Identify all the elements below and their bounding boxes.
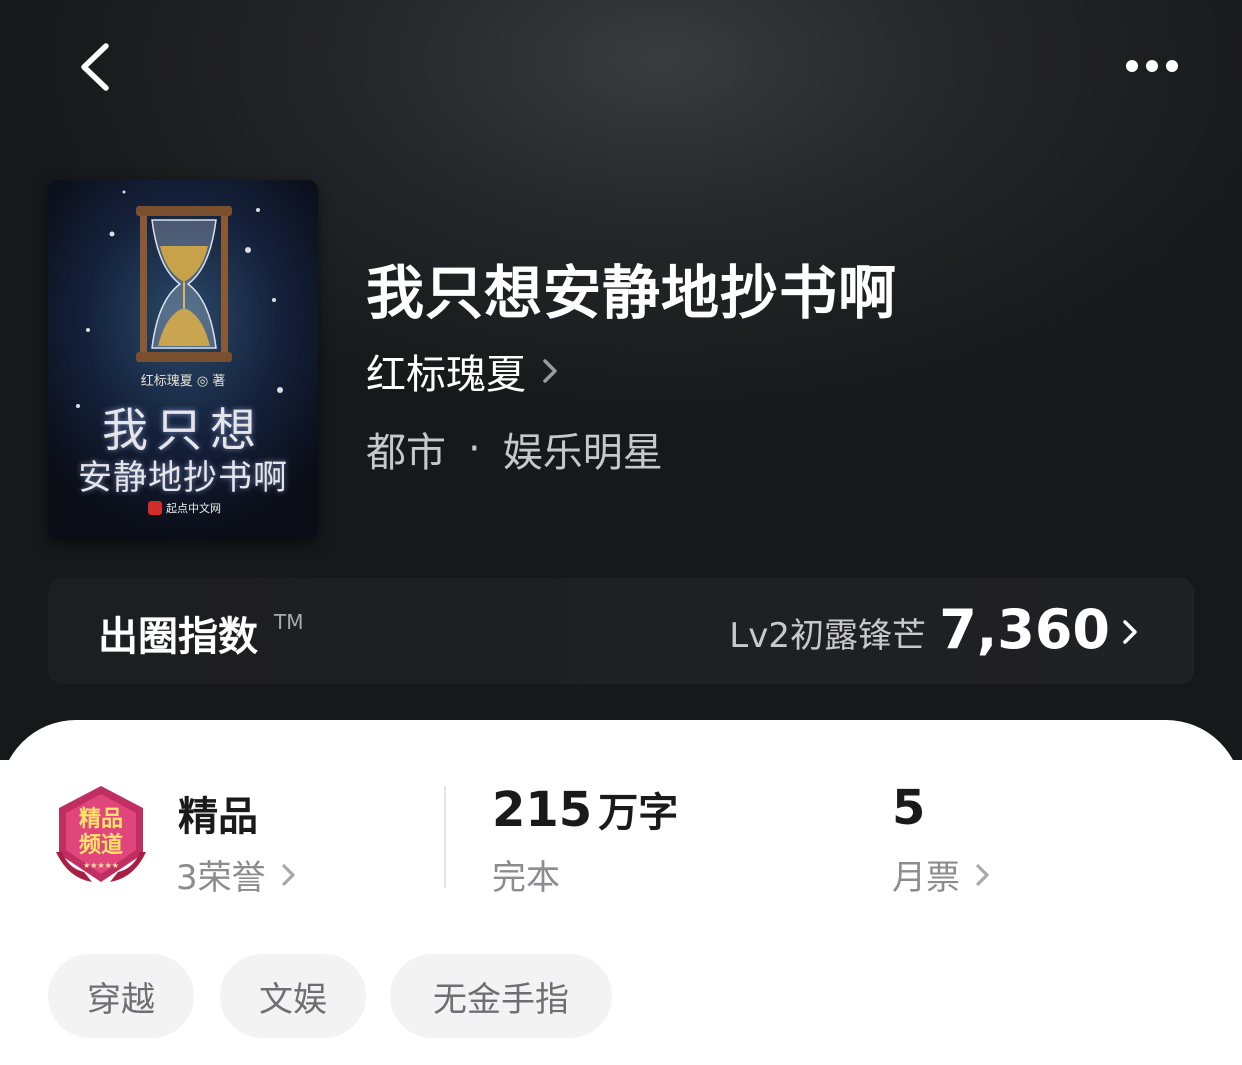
chevron-right-icon [282, 863, 295, 886]
monthly-votes-link[interactable]: 月票 [892, 850, 992, 899]
index-level: Lv2初露锋芒 [729, 616, 926, 656]
cover-title-line2: 安静地抄书啊 [78, 458, 288, 498]
index-score: 7,360 [939, 598, 1110, 661]
tag-chip[interactable]: 无金手指 [390, 954, 612, 1038]
chevron-right-icon [543, 359, 557, 383]
category-label[interactable]: 都市 [366, 420, 446, 478]
author-name: 红标瑰夏 [366, 352, 526, 398]
word-count-unit: 万字 [598, 790, 679, 836]
index-label: 出圈指数 [98, 614, 258, 660]
book-detail-page: 红标瑰夏 ◎ 著 我只想 安静地抄书啊 起点中文网 我只想安静地抄书啊 红标瑰夏… [0, 0, 1242, 1065]
book-title: 我只想安静地抄书啊 [366, 259, 898, 327]
book-status: 完本 [492, 850, 560, 899]
monthly-votes-label: 月票 [892, 858, 960, 898]
more-button[interactable] [1118, 46, 1188, 86]
honors-link[interactable]: 3荣誉 [176, 850, 298, 899]
stats-divider [444, 786, 446, 888]
popularity-index-bar[interactable]: 出圈指数 TM Lv2初露锋芒 7,360 [48, 578, 1194, 684]
chevron-left-icon [81, 43, 109, 91]
book-status-label: 完本 [492, 858, 560, 898]
chevron-right-icon [976, 863, 989, 886]
trademark-mark: TM [274, 610, 304, 634]
more-horizontal-icon [1126, 60, 1178, 72]
genre-row: 都市 · 娱乐明星 [366, 420, 663, 478]
honors-count: 3荣誉 [176, 858, 266, 898]
cover-author-mark: 红标瑰夏 ◎ 著 [140, 374, 226, 389]
word-count-number: 215 [492, 782, 593, 838]
tag-chip[interactable]: 穿越 [48, 954, 194, 1038]
back-button[interactable] [70, 36, 130, 96]
chevron-right-icon [1123, 620, 1137, 644]
svg-text:★★★★★: ★★★★★ [83, 861, 119, 870]
cover-publisher: 起点中文网 [148, 500, 221, 516]
monthly-votes-count: 5 [892, 780, 926, 836]
cover-publisher-name: 起点中文网 [166, 502, 221, 515]
svg-text:频道: 频道 [79, 832, 123, 858]
tag-chip[interactable]: 文娱 [220, 954, 366, 1038]
book-cover[interactable]: 红标瑰夏 ◎ 著 我只想 安静地抄书啊 起点中文网 [48, 180, 318, 540]
svg-text:精品: 精品 [79, 806, 123, 832]
badge-name: 精品 [178, 794, 258, 840]
subcategory-label[interactable]: 娱乐明星 [503, 420, 663, 478]
word-count: 215 万字 [492, 780, 678, 838]
category-separator: · [468, 426, 481, 472]
author-link[interactable]: 红标瑰夏 [366, 342, 560, 400]
premium-channel-badge-icon[interactable]: 精品 频道 ★★★★★ [48, 782, 154, 888]
publisher-logo-icon [148, 501, 162, 515]
